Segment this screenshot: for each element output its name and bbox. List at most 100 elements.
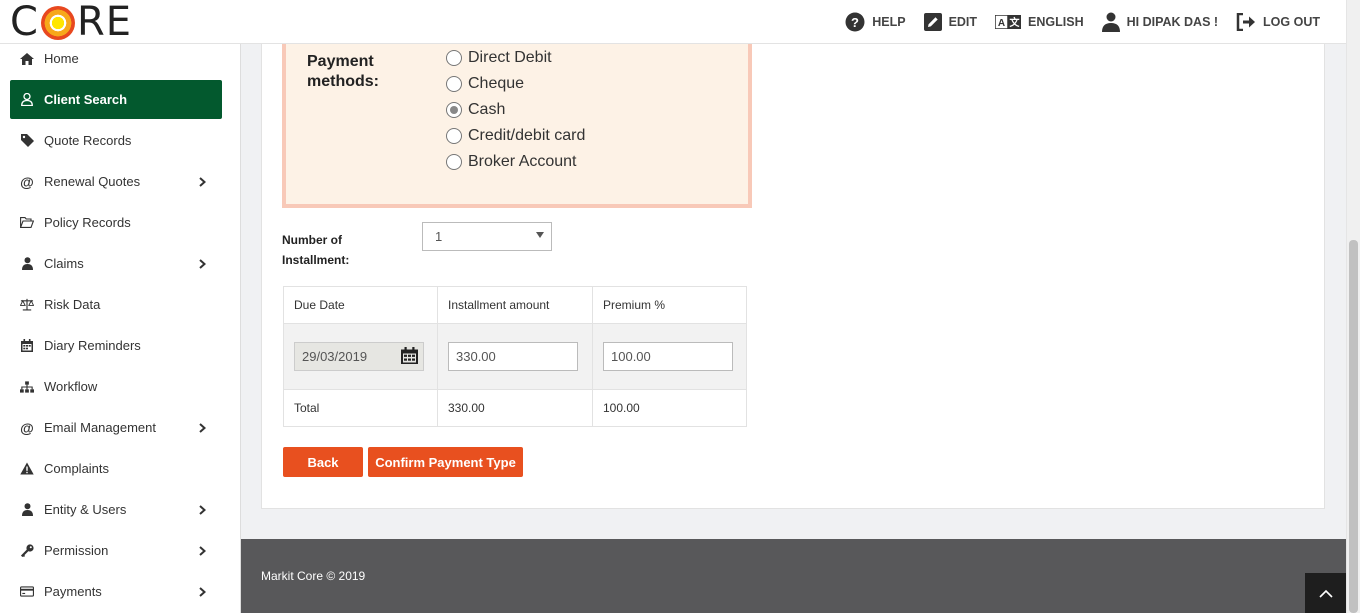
sidebar-item-label: Workflow (44, 379, 98, 394)
radio-button[interactable] (446, 154, 462, 170)
logo-target-icon (40, 6, 75, 40)
edit-link[interactable]: EDIT (923, 13, 977, 31)
footer: Markit Core © 2019 (241, 539, 1346, 613)
installment-count-label: Number of Installment: (282, 233, 350, 267)
translate-icon: A文 (995, 15, 1022, 29)
sidebar-item-label: Home (44, 51, 79, 66)
radio-cheque[interactable]: Cheque (446, 75, 524, 93)
sidebar-item-label: Complaints (44, 461, 110, 476)
sidebar-item-label: Diary Reminders (44, 338, 141, 353)
radio-broker-account[interactable]: Broker Account (446, 153, 577, 171)
back-button[interactable]: Back (283, 447, 363, 477)
sidebar-item-quote-records[interactable]: Quote Records (10, 121, 222, 160)
sidebar-item-entity-users[interactable]: Entity & Users (10, 490, 222, 529)
chevron-right-icon (199, 175, 207, 190)
sidebar-item-client-search[interactable]: Client Search (10, 80, 222, 119)
credit-card-icon (20, 585, 34, 599)
radio-label: Cheque (468, 75, 525, 92)
sidebar-item-label: Quote Records (44, 133, 132, 148)
sidebar: Home Client Search Quote Records @ Renew… (0, 44, 241, 613)
total-label: Total (283, 389, 438, 427)
svg-text:A: A (998, 18, 1005, 29)
due-date-field[interactable]: 29/03/2019 (294, 342, 424, 371)
user-icon (1101, 12, 1120, 32)
sidebar-item-label: Payments (44, 584, 102, 599)
installment-count-select[interactable]: 1 (422, 222, 552, 251)
home-icon (20, 52, 34, 66)
installment-count-value: 1 (435, 229, 443, 244)
header-nav: ? HELP EDIT A文 ENGLISH HI DIPAK DAS ! LO… (845, 0, 1320, 44)
language-link[interactable]: A文 ENGLISH (995, 15, 1084, 29)
logout-icon (1236, 13, 1256, 31)
sidebar-item-policy-records[interactable]: Policy Records (10, 203, 222, 242)
footer-copyright: Markit Core © 2019 (261, 569, 366, 583)
radio-button[interactable] (446, 76, 462, 92)
tag-icon (20, 134, 34, 148)
sidebar-item-label: Renewal Quotes (44, 174, 141, 189)
sidebar-item-label: Email Management (44, 420, 156, 435)
help-icon: ? (845, 12, 865, 32)
radio-direct-debit[interactable]: Direct Debit (446, 49, 552, 67)
chevron-right-icon (199, 503, 207, 518)
radio-button-selected[interactable] (446, 102, 462, 118)
table-row: 29/03/2019 (283, 323, 747, 390)
page-scrollbar[interactable] (1346, 0, 1360, 613)
radio-label: Direct Debit (468, 49, 552, 66)
payment-methods-label: Payment methods: (307, 53, 379, 90)
core-logo[interactable]: C RE (10, 0, 133, 45)
total-row: Total 330.00 100.00 (283, 389, 747, 427)
confirm-payment-type-button[interactable]: Confirm Payment Type (368, 447, 523, 477)
radio-button[interactable] (446, 128, 462, 144)
col-due-date: Due Date (283, 286, 438, 324)
sidebar-item-diary-reminders[interactable]: Diary Reminders (10, 326, 222, 365)
chevron-right-icon (199, 421, 207, 436)
sidebar-item-payments[interactable]: Payments (10, 572, 222, 611)
scrollbar-thumb[interactable] (1349, 240, 1358, 613)
total-premium: 100.00 (592, 389, 747, 427)
due-date-cell: 29/03/2019 (283, 323, 438, 390)
amount-cell (437, 323, 593, 390)
chevron-right-icon (199, 585, 207, 600)
radio-label: Cash (468, 101, 506, 118)
premium-cell (592, 323, 747, 390)
total-amount: 330.00 (437, 389, 593, 427)
sidebar-item-permission[interactable]: Permission (10, 531, 222, 570)
at-icon: @ (20, 173, 34, 190)
radio-credit-debit-card[interactable]: Credit/debit card (446, 127, 585, 145)
sidebar-item-complaints[interactable]: Complaints (10, 449, 222, 488)
chevron-right-icon (199, 257, 207, 272)
sidebar-item-home[interactable]: Home (10, 44, 222, 78)
calendar-icon[interactable] (401, 346, 418, 367)
help-link[interactable]: ? HELP (845, 12, 906, 32)
radio-button[interactable] (446, 50, 462, 66)
installment-table: Due Date Installment amount Premium % 29… (283, 286, 747, 427)
scroll-to-top-button[interactable] (1305, 573, 1346, 613)
logout-link[interactable]: LOG OUT (1236, 13, 1320, 31)
user-icon (20, 503, 34, 517)
user-menu[interactable]: HI DIPAK DAS ! (1101, 12, 1218, 32)
at-icon: @ (20, 419, 34, 436)
sidebar-item-claims[interactable]: Claims (10, 244, 222, 283)
key-icon (20, 544, 34, 558)
premium-percent-input[interactable] (603, 342, 733, 371)
installment-amount-input[interactable] (448, 342, 578, 371)
svg-text:文: 文 (1010, 16, 1021, 29)
col-installment-amount: Installment amount (437, 286, 593, 324)
sidebar-item-label: Entity & Users (44, 502, 127, 517)
sidebar-item-label: Policy Records (44, 215, 131, 230)
user-icon (20, 257, 34, 271)
logo-letters-re: RE (76, 0, 133, 45)
sidebar-item-email-management[interactable]: @ Email Management (10, 408, 222, 447)
help-label: HELP (872, 15, 906, 29)
sidebar-item-label: Permission (44, 543, 109, 558)
radio-label: Broker Account (468, 153, 577, 170)
chevron-right-icon (199, 544, 207, 559)
sidebar-item-label: Claims (44, 256, 84, 271)
logo-letter-c: C (10, 0, 39, 45)
sidebar-item-workflow[interactable]: Workflow (10, 367, 222, 406)
warning-icon (20, 462, 34, 476)
sidebar-item-risk-data[interactable]: Risk Data (10, 285, 222, 324)
radio-cash[interactable]: Cash (446, 101, 505, 119)
sitemap-icon (20, 380, 34, 394)
sidebar-item-renewal-quotes[interactable]: @ Renewal Quotes (10, 162, 222, 201)
